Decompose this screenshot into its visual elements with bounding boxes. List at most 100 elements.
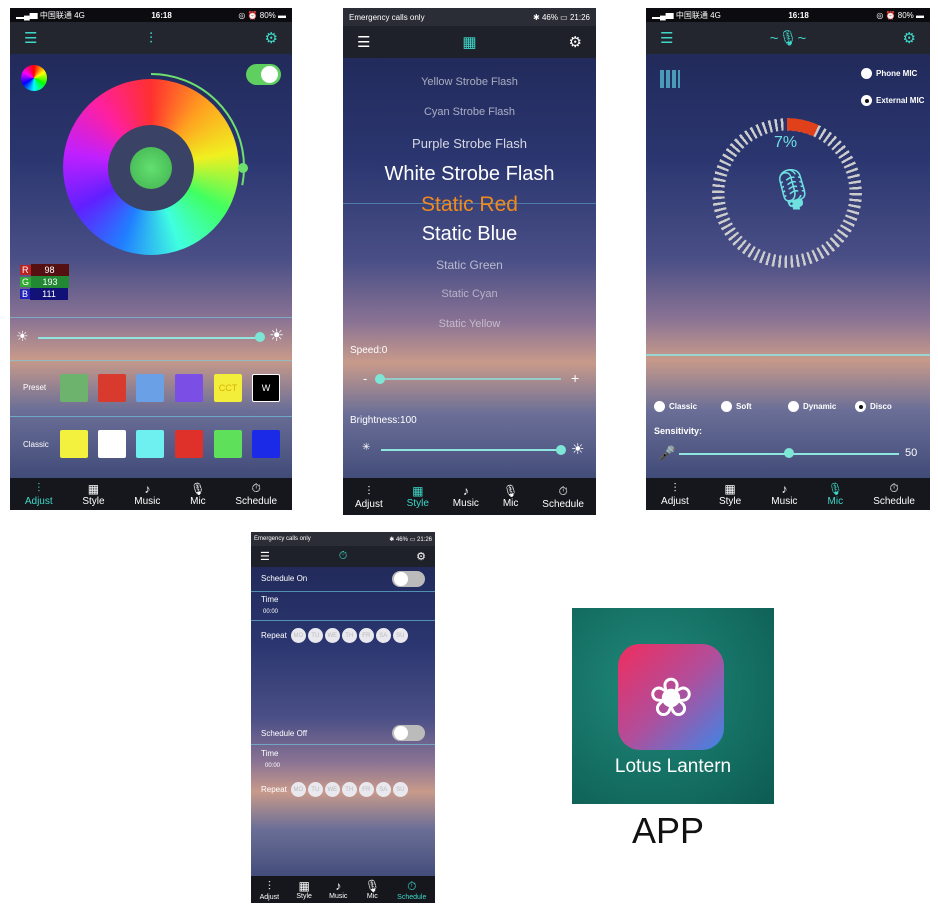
- emergency-text: Emergency calls only: [349, 12, 425, 22]
- mic-wave-icon[interactable]: ~🎙~: [770, 29, 807, 47]
- equalizer-icon[interactable]: [660, 70, 680, 88]
- style-item[interactable]: Static Blue: [343, 223, 596, 246]
- brightness-handle[interactable]: [255, 332, 265, 342]
- day-toggle[interactable]: SU: [392, 628, 408, 643]
- nav-music[interactable]: ♪ Music: [771, 482, 797, 507]
- nav-music[interactable]: ♪ Music: [453, 484, 479, 509]
- nav-music[interactable]: ♪ Music: [134, 482, 160, 507]
- preset-swatch[interactable]: CCT: [214, 374, 242, 402]
- day-toggle[interactable]: TU: [307, 628, 323, 643]
- brightness-slider[interactable]: [38, 337, 260, 339]
- power-toggle[interactable]: [246, 64, 281, 85]
- app-icon[interactable]: ❀: [618, 644, 724, 750]
- preset-swatch[interactable]: W: [252, 374, 280, 402]
- style-grid-icon[interactable]: ▦: [462, 33, 476, 51]
- classic-swatch[interactable]: [175, 430, 203, 458]
- repeat-label: Repeat: [261, 785, 287, 794]
- nav-mic[interactable]: 🎙 Mic: [365, 879, 380, 900]
- preset-swatch[interactable]: [98, 374, 126, 402]
- mode-radio[interactable]: Disco: [855, 401, 892, 412]
- style-item[interactable]: Static Cyan: [343, 288, 596, 300]
- nav-music[interactable]: ♪ Music: [329, 879, 347, 900]
- timer-icon[interactable]: ⏱: [339, 550, 348, 563]
- schedule-off-toggle[interactable]: [392, 725, 425, 741]
- menu-icon[interactable]: ☰: [660, 29, 673, 47]
- sliders-icon[interactable]: ⫶: [149, 30, 153, 47]
- nav-style[interactable]: ▦ Style: [407, 484, 429, 509]
- nav-adjust[interactable]: ⫶ Adjust: [661, 481, 689, 507]
- classic-swatch[interactable]: [214, 430, 242, 458]
- schedule-on-toggle[interactable]: [392, 571, 425, 587]
- brightness-slider[interactable]: [381, 449, 563, 451]
- schedule-on-label: Schedule On: [261, 574, 308, 583]
- nav-adjust[interactable]: ⫶ Adjust: [260, 879, 279, 901]
- menu-icon[interactable]: ☰: [357, 33, 370, 51]
- speed-slider[interactable]: [379, 378, 561, 380]
- nav-schedule[interactable]: ⏱ Schedule: [873, 481, 915, 507]
- speed-minus[interactable]: -: [363, 371, 367, 386]
- nav-mic[interactable]: 🎙 Mic: [190, 482, 206, 507]
- brightness-handle[interactable]: [556, 445, 566, 455]
- day-toggle[interactable]: WE: [324, 782, 340, 797]
- style-item[interactable]: Static Yellow: [343, 318, 596, 330]
- wheel-handle[interactable]: [238, 163, 248, 173]
- sensitivity-handle[interactable]: [784, 448, 794, 458]
- day-toggle[interactable]: FR: [358, 782, 374, 797]
- external-mic-radio[interactable]: External MIC: [861, 95, 924, 106]
- day-toggle[interactable]: TU: [307, 782, 323, 797]
- speed-plus[interactable]: +: [571, 370, 579, 386]
- day-toggle[interactable]: SU: [392, 782, 408, 797]
- preset-swatch[interactable]: [60, 374, 88, 402]
- day-toggle[interactable]: MO: [290, 628, 306, 643]
- style-item[interactable]: Static Green: [343, 258, 596, 272]
- mode-radio[interactable]: Classic: [654, 401, 697, 412]
- speed-handle[interactable]: [375, 374, 385, 384]
- day-toggle[interactable]: WE: [324, 628, 340, 643]
- nav-schedule[interactable]: ⏱ Schedule: [397, 879, 426, 901]
- nav-style[interactable]: ▦ Style: [82, 482, 104, 507]
- style-item[interactable]: Yellow Strobe Flash: [343, 76, 596, 88]
- repeat-label: Repeat: [261, 631, 287, 640]
- time-label: Time: [261, 595, 279, 604]
- style-item[interactable]: White Strobe Flash: [343, 163, 596, 186]
- preset-swatch[interactable]: [175, 374, 203, 402]
- time-value[interactable]: 00:00: [265, 763, 280, 769]
- day-toggle[interactable]: TH: [341, 782, 357, 797]
- menu-icon[interactable]: ☰: [260, 550, 270, 563]
- nav-schedule[interactable]: ⏱ Schedule: [235, 481, 277, 507]
- day-toggle[interactable]: SA: [375, 628, 391, 643]
- preset-swatch[interactable]: [136, 374, 164, 402]
- gear-icon[interactable]: ⚙: [903, 29, 916, 47]
- color-picker-icon[interactable]: [21, 65, 47, 91]
- style-item[interactable]: Purple Strobe Flash: [343, 136, 596, 151]
- day-toggle[interactable]: FR: [358, 628, 374, 643]
- day-toggle[interactable]: TH: [341, 628, 357, 643]
- nav-adjust[interactable]: ⫶ Adjust: [25, 481, 53, 507]
- nav-mic[interactable]: 🎙 Mic: [828, 482, 844, 507]
- gear-icon[interactable]: ⚙: [265, 29, 278, 47]
- clock: 16:18: [151, 10, 172, 20]
- nav-style[interactable]: ▦ Style: [296, 879, 312, 900]
- style-item[interactable]: Cyan Strobe Flash: [343, 106, 596, 118]
- emergency-text: Emergency calls only: [254, 536, 311, 542]
- gear-icon[interactable]: ⚙: [416, 550, 426, 563]
- phone-mic-radio[interactable]: Phone MIC: [861, 68, 917, 79]
- mode-radio[interactable]: Dynamic: [788, 401, 836, 412]
- classic-swatch[interactable]: [98, 430, 126, 458]
- day-toggle[interactable]: SA: [375, 782, 391, 797]
- classic-swatch[interactable]: [252, 430, 280, 458]
- nav-adjust[interactable]: ⫶ Adjust: [355, 484, 383, 510]
- menu-icon[interactable]: ☰: [24, 29, 37, 47]
- day-toggle[interactable]: MO: [290, 782, 306, 797]
- nav-style[interactable]: ▦ Style: [719, 482, 741, 507]
- nav-mic[interactable]: 🎙 Mic: [503, 484, 519, 509]
- bottom-nav: ⫶ Adjust ▦ Style ♪ Music 🎙 Mic ⏱ Schedule: [251, 876, 435, 903]
- style-item[interactable]: Static Red: [343, 193, 596, 217]
- time-value[interactable]: 00:00: [263, 609, 278, 615]
- classic-swatch[interactable]: [136, 430, 164, 458]
- mode-radio[interactable]: Soft: [721, 401, 752, 412]
- nav-schedule[interactable]: ⏱ Schedule: [542, 484, 584, 510]
- sensitivity-label: Sensitivity:: [654, 426, 703, 436]
- gear-icon[interactable]: ⚙: [569, 33, 582, 51]
- classic-swatch[interactable]: [60, 430, 88, 458]
